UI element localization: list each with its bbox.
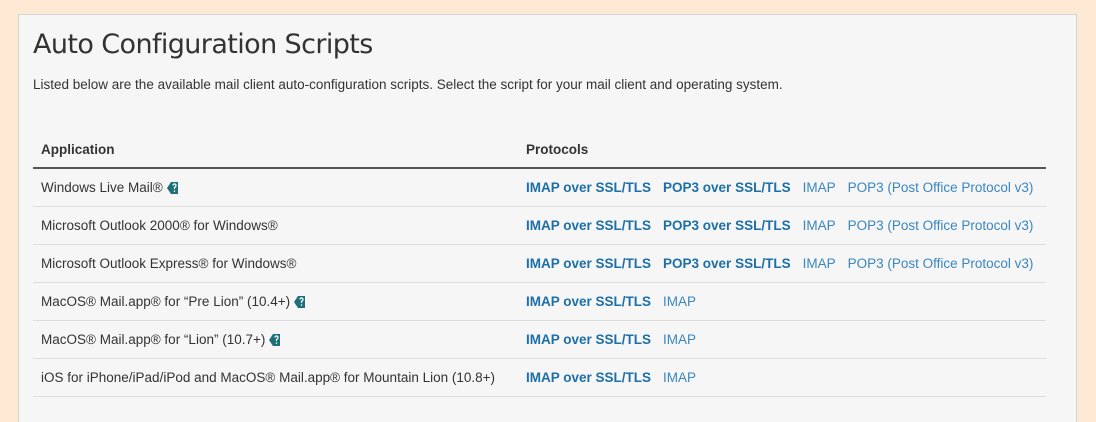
pop3-over-ssl-tls-link[interactable]: POP3 over SSL/TLS [663,180,791,195]
pop3-post-office-protocol-v3-link[interactable]: POP3 (Post Office Protocol v3) [848,218,1034,233]
imap-link[interactable]: IMAP [663,294,696,309]
application-cell: MacOS® Mail.app® for “Lion” (10.7+) [33,320,518,359]
imap-over-ssl-tls-link[interactable]: IMAP over SSL/TLS [526,218,651,233]
table-row: MacOS® Mail.app® for “Lion” (10.7+) IMAP … [33,320,1046,359]
application-cell: Windows Live Mail® [33,168,518,207]
table-row: MacOS® Mail.app® for “Pre Lion” (10.4+) I… [33,282,1046,321]
info-tag-icon[interactable] [294,296,306,308]
page-title: Auto Configuration Scripts [33,29,373,60]
protocols-cell: IMAP over SSL/TLS IMAP [518,320,1046,359]
pop3-over-ssl-tls-link[interactable]: POP3 over SSL/TLS [663,218,791,233]
application-name: Windows Live Mail® [41,180,163,195]
column-header-application: Application [33,131,518,169]
imap-link[interactable]: IMAP [803,218,836,233]
pop3-over-ssl-tls-link[interactable]: POP3 over SSL/TLS [663,256,791,271]
imap-link[interactable]: IMAP [803,180,836,195]
protocols-cell: IMAP over SSL/TLS POP3 over SSL/TLS IMAP PO… [518,168,1046,207]
imap-link[interactable]: IMAP [663,332,696,347]
protocols-cell: IMAP over SSL/TLS POP3 over SSL/TLS IMAP PO… [518,206,1046,245]
application-name: MacOS® Mail.app® for “Lion” (10.7+) [41,332,266,347]
table-row: Windows Live Mail® IMAP over SSL/TLS POP3 … [33,168,1046,207]
table-row: iOS for iPhone/iPad/iPod and MacOS® Mail… [33,358,1046,397]
application-cell: Microsoft Outlook 2000® for Windows® [33,206,518,245]
column-header-protocols: Protocols [518,131,1046,169]
protocols-cell: IMAP over SSL/TLS POP3 over SSL/TLS IMAP PO… [518,244,1046,283]
imap-link[interactable]: IMAP [803,256,836,271]
pop3-post-office-protocol-v3-link[interactable]: POP3 (Post Office Protocol v3) [848,180,1034,195]
application-name: Microsoft Outlook 2000® for Windows® [41,218,278,233]
imap-over-ssl-tls-link[interactable]: IMAP over SSL/TLS [526,180,651,195]
pop3-post-office-protocol-v3-link[interactable]: POP3 (Post Office Protocol v3) [848,256,1034,271]
info-tag-icon[interactable] [269,334,281,346]
imap-over-ssl-tls-link[interactable]: IMAP over SSL/TLS [526,370,651,385]
table-row: Microsoft Outlook 2000® for Windows® IMAP… [33,206,1046,245]
scripts-table: Application Protocols Windows Live Mail®… [33,131,1046,397]
application-cell: iOS for iPhone/iPad/iPod and MacOS® Mail… [33,358,518,397]
imap-over-ssl-tls-link[interactable]: IMAP over SSL/TLS [526,256,651,271]
application-cell: MacOS® Mail.app® for “Pre Lion” (10.4+) [33,282,518,321]
protocols-cell: IMAP over SSL/TLS IMAP [518,358,1046,397]
application-name: Microsoft Outlook Express® for Windows® [41,256,297,271]
protocols-cell: IMAP over SSL/TLS IMAP [518,282,1046,321]
table-row: Microsoft Outlook Express® for Windows® I… [33,244,1046,283]
imap-link[interactable]: IMAP [663,370,696,385]
table-body: Windows Live Mail® IMAP over SSL/TLS POP3 … [33,168,1046,397]
application-name: iOS for iPhone/iPad/iPod and MacOS® Mail… [41,370,496,385]
page-description: Listed below are the available mail clie… [33,77,783,92]
imap-over-ssl-tls-link[interactable]: IMAP over SSL/TLS [526,332,651,347]
info-tag-icon[interactable] [166,182,178,194]
application-cell: Microsoft Outlook Express® for Windows® [33,244,518,283]
imap-over-ssl-tls-link[interactable]: IMAP over SSL/TLS [526,294,651,309]
content-panel: Auto Configuration Scripts Listed below … [18,14,1077,422]
table-header-row: Application Protocols [33,131,1046,169]
application-name: MacOS® Mail.app® for “Pre Lion” (10.4+) [41,294,291,309]
